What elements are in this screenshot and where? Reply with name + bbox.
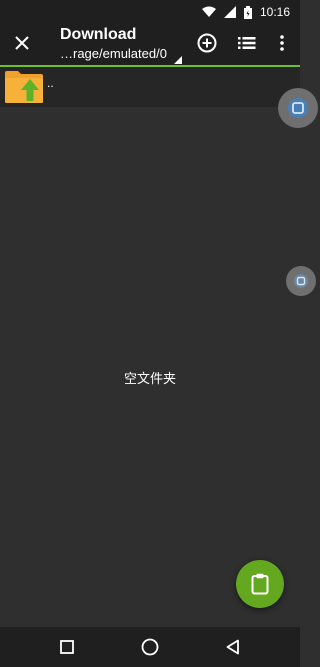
- parent-directory-row[interactable]: [0, 67, 300, 107]
- signal-icon: [223, 6, 236, 18]
- parent-directory-label: ..: [47, 76, 54, 90]
- overflow-menu-button[interactable]: [270, 31, 294, 55]
- back-icon: [226, 639, 239, 655]
- view-mode-button[interactable]: [235, 31, 259, 55]
- wifi-icon: [201, 6, 216, 17]
- recents-button[interactable]: [57, 637, 77, 657]
- add-circle-icon: [197, 33, 217, 53]
- floating-bubble-top[interactable]: [278, 88, 318, 128]
- list-view-icon: [238, 37, 256, 49]
- close-icon: [15, 36, 29, 50]
- add-button[interactable]: [195, 31, 219, 55]
- clipboard-icon: [251, 573, 269, 595]
- battery-icon: [243, 5, 252, 19]
- home-button[interactable]: [140, 637, 160, 657]
- path-dropdown-icon[interactable]: [174, 56, 182, 64]
- folder-title: Download: [60, 26, 137, 43]
- back-button[interactable]: [223, 637, 243, 657]
- paste-fab-button[interactable]: [236, 560, 284, 608]
- floating-widget-icon: [288, 98, 308, 118]
- floating-bubble-middle[interactable]: [286, 266, 316, 296]
- status-icons: 10:16: [201, 4, 290, 20]
- folder-path[interactable]: …rage/emulated/0: [60, 46, 167, 61]
- recents-icon: [60, 640, 74, 654]
- more-vert-icon: [280, 35, 284, 51]
- folder-up-icon: [4, 70, 44, 104]
- status-time: 10:16: [259, 5, 290, 19]
- close-button[interactable]: [10, 31, 34, 55]
- floating-widget-icon: [294, 274, 308, 288]
- empty-folder-message: 空文件夹: [123, 371, 176, 386]
- home-icon: [141, 638, 159, 656]
